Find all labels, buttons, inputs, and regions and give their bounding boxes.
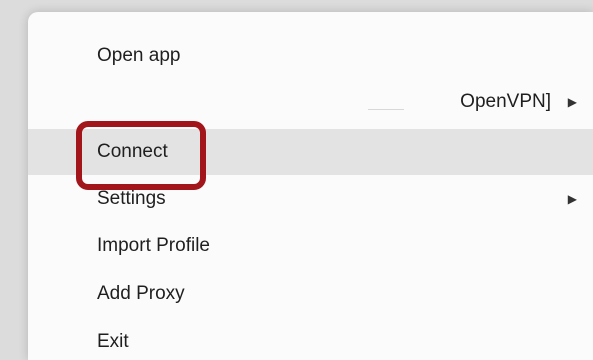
menu-item-add-proxy[interactable]: Add Proxy <box>28 271 593 317</box>
menu-separator <box>368 109 404 110</box>
menu-item-label: Add Proxy <box>97 283 185 304</box>
triangle-right-icon: ▶ <box>567 192 577 206</box>
menu-item-label: Exit <box>97 331 129 352</box>
menu-item-label: Open app <box>97 45 181 66</box>
menu-item-label: OpenVPN] <box>460 91 551 112</box>
desktop-background: Open app OpenVPN] ▶ Connect Settings ▶ I… <box>0 0 593 360</box>
menu-item-open-app[interactable]: Open app <box>28 33 593 79</box>
menu-item-settings[interactable]: Settings ▶ <box>28 176 593 222</box>
menu-item-import-profile[interactable]: Import Profile <box>28 223 593 269</box>
menu-item-openvpn[interactable]: OpenVPN] ▶ <box>28 79 593 125</box>
menu-item-label: Settings <box>97 188 166 209</box>
triangle-right-icon: ▶ <box>567 95 577 109</box>
menu-item-label: Connect <box>97 141 168 162</box>
menu-item-exit[interactable]: Exit <box>28 319 593 360</box>
menu-item-connect[interactable]: Connect <box>28 129 593 175</box>
menu-item-label: Import Profile <box>97 235 210 256</box>
context-menu: Open app OpenVPN] ▶ Connect Settings ▶ I… <box>28 12 593 360</box>
